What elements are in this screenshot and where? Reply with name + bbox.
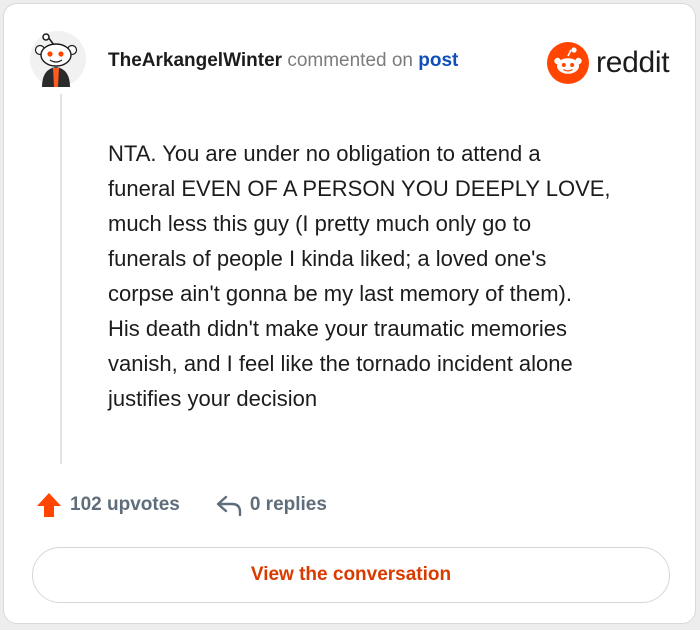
comment-header: TheArkangelWinter commented on post xyxy=(108,48,458,74)
thread-line xyxy=(60,94,62,464)
comment-card: TheArkangelWinter commented on post redd… xyxy=(3,3,696,624)
post-link[interactable]: post xyxy=(418,50,458,71)
reddit-snoo-logo-icon xyxy=(547,42,589,84)
comment-stats: 102 upvotes 0 replies xyxy=(34,490,327,520)
username[interactable]: TheArkangelWinter xyxy=(108,50,282,71)
reply-count: 0 replies xyxy=(249,494,327,515)
reply-stat[interactable]: 0 replies xyxy=(214,490,327,520)
snoo-avatar-icon xyxy=(30,31,86,87)
upvote-count: 102 upvotes xyxy=(70,494,180,515)
reddit-logo[interactable]: reddit xyxy=(547,42,670,84)
view-conversation-label: View the conversation xyxy=(250,564,452,585)
view-conversation-button[interactable]: View the conversation xyxy=(32,547,670,603)
upvote-stat[interactable]: 102 upvotes xyxy=(34,490,180,520)
reddit-wordmark: reddit xyxy=(596,46,670,79)
comment-body: NTA. You are under no obligation to atte… xyxy=(108,141,611,411)
commented-on-text: commented on xyxy=(287,50,413,71)
upvote-arrow-icon[interactable] xyxy=(34,490,64,520)
reply-arrow-icon[interactable] xyxy=(214,490,244,520)
user-avatar[interactable] xyxy=(30,31,86,87)
